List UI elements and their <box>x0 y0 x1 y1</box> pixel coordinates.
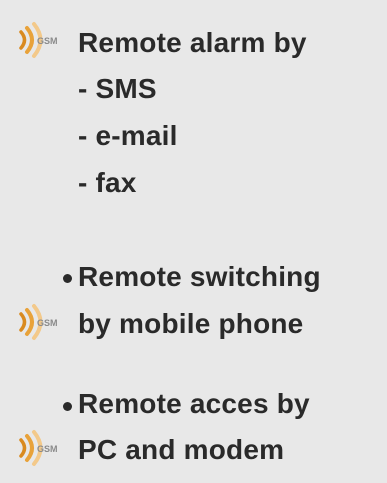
feature-1-item-fax: - fax <box>78 167 137 198</box>
feature-1-title: Remote alarm by <box>78 27 307 58</box>
feature-3-subtitle: PC and modem <box>78 434 285 465</box>
feature-2-bullet <box>63 274 72 283</box>
feature-1-item-sms: - SMS <box>78 73 157 104</box>
feature-3-title: Remote acces by <box>78 388 310 419</box>
gsm-signal-icon: GSM <box>12 20 62 60</box>
feature-1-item-email: - e-mail <box>78 120 178 151</box>
gsm-icon-label: GSM <box>37 36 58 46</box>
feature-3-bullet <box>63 402 72 411</box>
gsm-signal-icon: GSM <box>12 428 62 468</box>
gsm-icon-label: GSM <box>37 318 58 328</box>
feature-2-subtitle: by mobile phone <box>78 308 304 339</box>
gsm-signal-icon: GSM <box>12 302 62 342</box>
gsm-icon-label: GSM <box>37 444 58 454</box>
feature-2-title: Remote switching <box>78 261 321 292</box>
